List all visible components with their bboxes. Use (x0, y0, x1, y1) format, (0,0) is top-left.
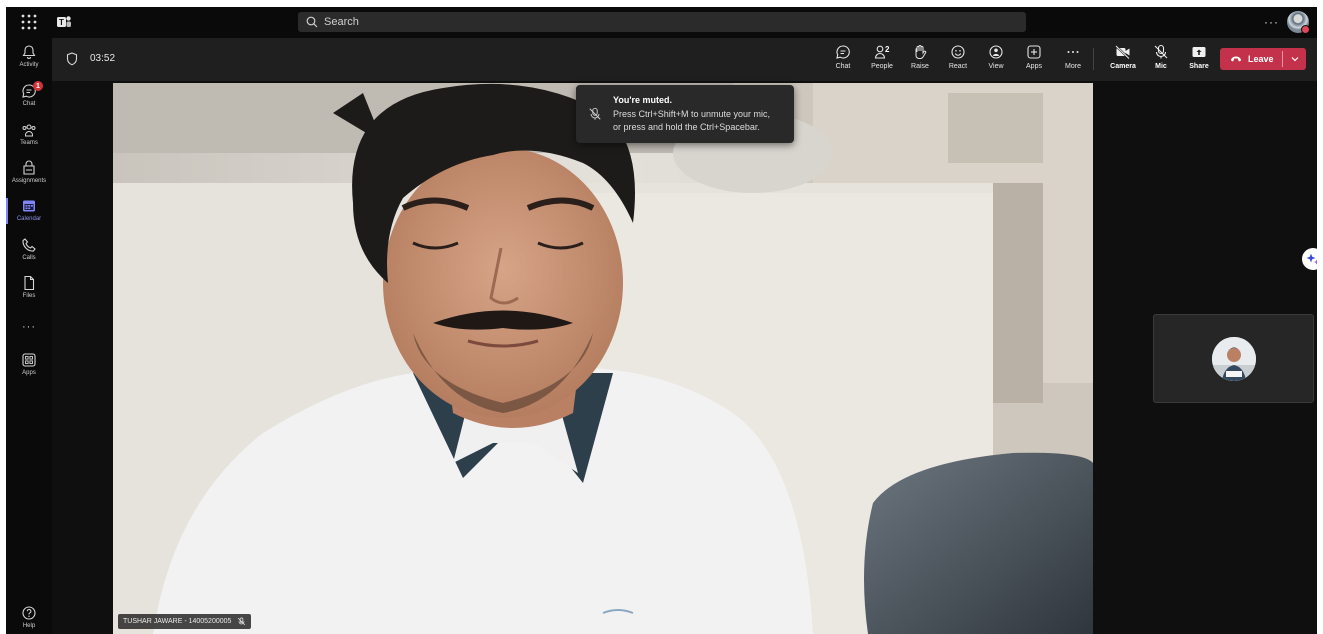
search-input[interactable]: Search (298, 12, 1026, 32)
rail-label: Files (22, 293, 36, 299)
rail-item-chat[interactable]: Chat 1 (6, 81, 52, 119)
rail-item-help[interactable]: Help (6, 605, 52, 634)
hang-up-icon (1231, 56, 1241, 62)
rail-label: Chat (22, 101, 36, 107)
participant-name-tag: TUSHAR JAWARE - 14005200005 (118, 614, 252, 629)
sparkle-icon (1306, 253, 1317, 265)
tool-label: Chat (835, 63, 851, 70)
leave-button-group: Leave (1220, 48, 1306, 70)
tool-label: View (988, 63, 1004, 70)
share-icon (1192, 47, 1206, 57)
assignments-icon (23, 160, 35, 175)
rail-item-apps[interactable]: Apps (6, 352, 52, 388)
tool-label: People (871, 63, 893, 70)
meeting-toolbar: 03:52 Chat 2 People Raise React View App… (52, 38, 1317, 81)
bell-icon (22, 45, 36, 59)
chat-unread-badge: 1 (33, 81, 43, 91)
self-avatar (1212, 337, 1256, 381)
muted-hint-line-1: Press Ctrl+Shift+M to unmute your mic, (613, 109, 771, 119)
raise-hand-button[interactable]: Raise (903, 44, 937, 70)
tool-label: Camera (1110, 63, 1136, 70)
apps-button[interactable]: Apps (1017, 44, 1051, 70)
toolbar-divider (1093, 48, 1094, 70)
rail-item-calls[interactable]: Calls (6, 237, 52, 273)
leave-button[interactable]: Leave (1220, 48, 1282, 70)
hand-icon (915, 45, 927, 59)
rail-item-files[interactable]: Files (6, 275, 52, 311)
more-icon (1067, 51, 1079, 53)
search-placeholder: Search (324, 16, 359, 28)
shield-icon[interactable] (66, 52, 78, 66)
rail-label: Calendar (16, 216, 42, 222)
teams-icon (22, 124, 36, 137)
muted-title: You're muted. (613, 95, 672, 105)
file-icon (24, 275, 35, 291)
smiley-icon (951, 45, 965, 59)
add-app-icon (1027, 45, 1041, 59)
mic-off-icon (1154, 44, 1168, 59)
rail-label: Assignments (11, 178, 47, 184)
user-avatar[interactable] (1287, 11, 1310, 34)
camera-toggle-button[interactable]: Camera (1106, 44, 1140, 70)
calendar-icon (23, 200, 35, 212)
self-view-tile[interactable] (1153, 314, 1314, 403)
people-count: 2 (885, 45, 890, 54)
meeting-stage: TUSHAR JAWARE - 14005200005 You're muted… (52, 81, 1317, 634)
participant-name: TUSHAR JAWARE - 14005200005 (123, 618, 232, 625)
leave-label: Leave (1248, 54, 1274, 64)
phone-icon (22, 238, 36, 252)
copilot-button[interactable] (1302, 248, 1317, 270)
camera-off-icon (1115, 45, 1130, 60)
app-launcher-icon[interactable] (20, 13, 38, 31)
more-actions-button[interactable]: More (1056, 44, 1090, 70)
mic-off-icon (589, 107, 601, 120)
tool-label: Share (1189, 63, 1209, 70)
rail-label: Activity (19, 62, 39, 68)
muted-notification: You're muted. Press Ctrl+Shift+M to unmu… (576, 85, 794, 143)
teams-window: T Search ··· Activity Chat 1 Teams Assig… (6, 7, 1317, 634)
tool-label: More (1065, 63, 1081, 70)
search-icon (306, 16, 318, 28)
svg-text:T: T (59, 18, 64, 27)
chat-button[interactable]: Chat (826, 44, 860, 70)
people-button[interactable]: 2 People (865, 44, 899, 70)
rail-item-activity[interactable]: Activity (6, 44, 52, 80)
tool-label: Apps (1026, 63, 1042, 70)
leave-options-button[interactable] (1283, 54, 1306, 64)
mic-off-icon (238, 617, 246, 626)
rail-item-assignments[interactable]: Assignments (6, 160, 52, 196)
avatar-image (1212, 337, 1256, 381)
share-button[interactable]: Share (1182, 44, 1216, 70)
top-bar: T Search ··· (6, 7, 1317, 38)
rail-item-teams[interactable]: Teams (6, 122, 52, 158)
tool-label: React (948, 63, 968, 70)
mic-toggle-button[interactable]: Mic (1144, 44, 1178, 70)
rail-label: Apps (22, 370, 36, 376)
more-icon: ··· (22, 321, 36, 333)
rail-label: Calls (22, 255, 36, 261)
more-options-button[interactable]: ··· (1264, 15, 1279, 29)
tool-label: Raise (911, 63, 929, 70)
chat-icon (836, 45, 850, 59)
muted-hint-line-2: or press and hold the Ctrl+Spacebar. (613, 122, 760, 132)
teams-logo-icon: T (57, 16, 71, 27)
view-button[interactable]: View (979, 44, 1013, 70)
app-rail: Activity Chat 1 Teams Assignments Calend… (6, 38, 52, 634)
apps-icon (22, 353, 36, 367)
participant-video-frame (113, 83, 1093, 634)
rail-item-calendar[interactable]: Calendar (6, 198, 52, 234)
view-icon (989, 45, 1003, 59)
help-icon (22, 606, 36, 620)
rail-label: Help (22, 623, 36, 629)
chevron-down-icon (1291, 57, 1298, 62)
rail-label: Teams (20, 140, 38, 146)
tool-label: Mic (1155, 63, 1167, 70)
participant-video[interactable]: TUSHAR JAWARE - 14005200005 (113, 83, 1093, 634)
meeting-timer: 03:52 (90, 53, 116, 64)
react-button[interactable]: React (941, 44, 975, 70)
